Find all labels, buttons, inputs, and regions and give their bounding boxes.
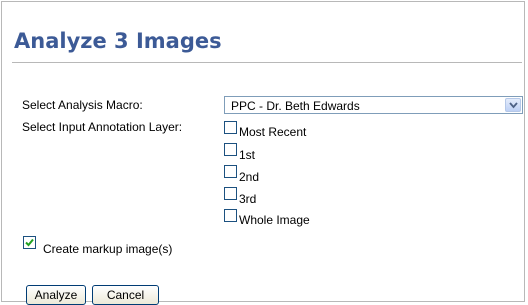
layer-checkbox-3rd[interactable]: [224, 187, 237, 200]
layer-label-1st: 1st: [239, 148, 256, 162]
markup-checkbox[interactable]: [23, 236, 36, 249]
chevron-down-icon: [509, 102, 518, 109]
layer-label-whole-image: Whole Image: [239, 213, 310, 227]
page-title: Analyze 3 Images: [14, 29, 222, 53]
layer-label-2nd: 2nd: [239, 170, 260, 184]
cancel-button[interactable]: Cancel: [92, 285, 159, 305]
dialog-panel: Analyze 3 Images Select Analysis Macro: …: [1, 1, 525, 305]
layer-checkbox-1st[interactable]: [224, 143, 237, 156]
macro-select-value: PPC - Dr. Beth Edwards: [231, 99, 360, 113]
layer-checkbox-whole-image[interactable]: [224, 209, 237, 222]
layer-label: Select Input Annotation Layer:: [22, 120, 183, 134]
layer-checkbox-2nd[interactable]: [224, 165, 237, 178]
layer-checkbox-most-recent[interactable]: [224, 121, 237, 134]
layer-label-most-recent: Most Recent: [239, 125, 307, 139]
layer-label-3rd: 3rd: [239, 192, 257, 206]
macro-select[interactable]: PPC - Dr. Beth Edwards: [224, 96, 523, 114]
macro-label: Select Analysis Macro:: [22, 98, 143, 112]
title-divider: [12, 62, 522, 63]
dropdown-button[interactable]: [505, 98, 521, 112]
markup-label: Create markup image(s): [43, 242, 173, 256]
analyze-button[interactable]: Analyze: [26, 285, 86, 305]
checkmark-icon: [25, 238, 34, 247]
